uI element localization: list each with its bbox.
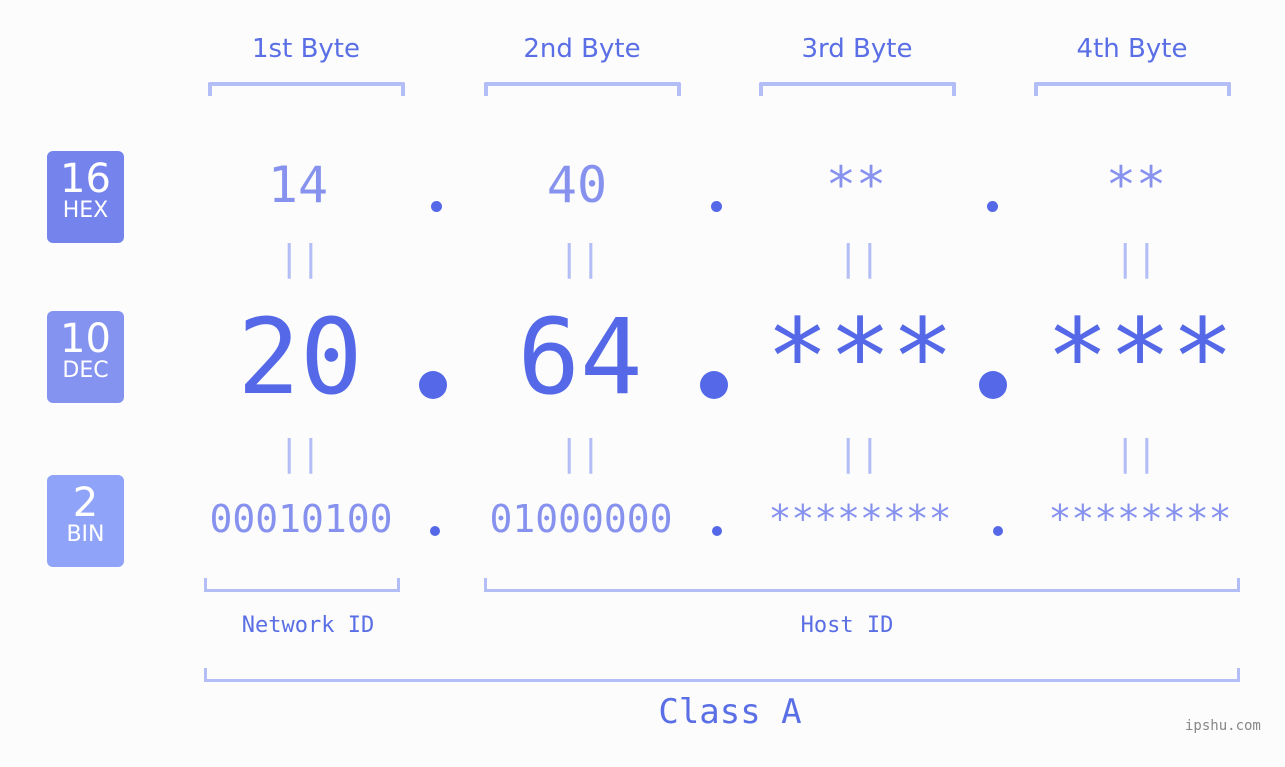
bracket-byte-4 bbox=[1034, 82, 1231, 96]
host-id-bracket bbox=[484, 578, 1240, 592]
header-byte-1: 1st Byte bbox=[252, 34, 360, 64]
equals-icon: || bbox=[1114, 433, 1158, 474]
hex-badge-number: 16 bbox=[60, 156, 111, 202]
dec-badge-number: 10 bbox=[60, 316, 111, 362]
bin-badge-label: BIN bbox=[66, 522, 105, 547]
equals-icon: || bbox=[1114, 238, 1158, 279]
dec-byte-4: *** bbox=[1046, 296, 1234, 418]
hex-dot-1 bbox=[431, 201, 442, 212]
bin-dot-2 bbox=[712, 526, 722, 536]
equals-icon: || bbox=[278, 433, 322, 474]
hex-byte-1: 14 bbox=[267, 156, 329, 214]
bin-byte-3: ******** bbox=[768, 497, 952, 541]
hex-badge: 16 HEX bbox=[47, 151, 124, 243]
header-byte-3: 3rd Byte bbox=[801, 34, 913, 64]
dec-badge: 10 DEC bbox=[47, 311, 124, 403]
hex-dot-2 bbox=[711, 201, 722, 212]
network-id-label: Network ID bbox=[241, 613, 375, 638]
equals-icon: || bbox=[837, 433, 881, 474]
header-byte-4: 4th Byte bbox=[1076, 34, 1188, 64]
hex-badge-label: HEX bbox=[62, 198, 109, 223]
bin-dot-3 bbox=[993, 526, 1003, 536]
class-label: Class A bbox=[658, 692, 802, 732]
hex-dot-3 bbox=[987, 201, 998, 212]
watermark: ipshu.com bbox=[1185, 718, 1261, 734]
dec-badge-label: DEC bbox=[62, 358, 109, 383]
bin-badge-number: 2 bbox=[72, 480, 99, 526]
host-id-label: Host ID bbox=[800, 613, 894, 638]
bin-badge: 2 BIN bbox=[47, 475, 124, 567]
equals-icon: || bbox=[558, 433, 602, 474]
hex-byte-4: ** bbox=[1105, 156, 1167, 214]
dec-dot-3 bbox=[979, 371, 1007, 399]
class-bracket bbox=[204, 668, 1240, 682]
hex-byte-3: ** bbox=[825, 156, 887, 214]
bin-dot-1 bbox=[430, 526, 440, 536]
equals-icon: || bbox=[837, 238, 881, 279]
bracket-byte-1 bbox=[208, 82, 405, 96]
dec-dot-1 bbox=[419, 371, 447, 399]
network-id-bracket bbox=[204, 578, 400, 592]
hex-byte-2: 40 bbox=[546, 156, 608, 214]
dec-byte-1: 20 bbox=[237, 296, 363, 418]
bracket-byte-3 bbox=[759, 82, 956, 96]
equals-icon: || bbox=[278, 238, 322, 279]
dec-byte-2: 64 bbox=[517, 296, 643, 418]
bin-byte-4: ******** bbox=[1048, 497, 1232, 541]
dec-byte-3: *** bbox=[766, 296, 954, 418]
equals-icon: || bbox=[558, 238, 602, 279]
bin-byte-2: 01000000 bbox=[489, 497, 673, 541]
bracket-byte-2 bbox=[484, 82, 681, 96]
header-byte-2: 2nd Byte bbox=[523, 34, 641, 64]
dec-dot-2 bbox=[700, 371, 728, 399]
bin-byte-1: 00010100 bbox=[209, 497, 393, 541]
